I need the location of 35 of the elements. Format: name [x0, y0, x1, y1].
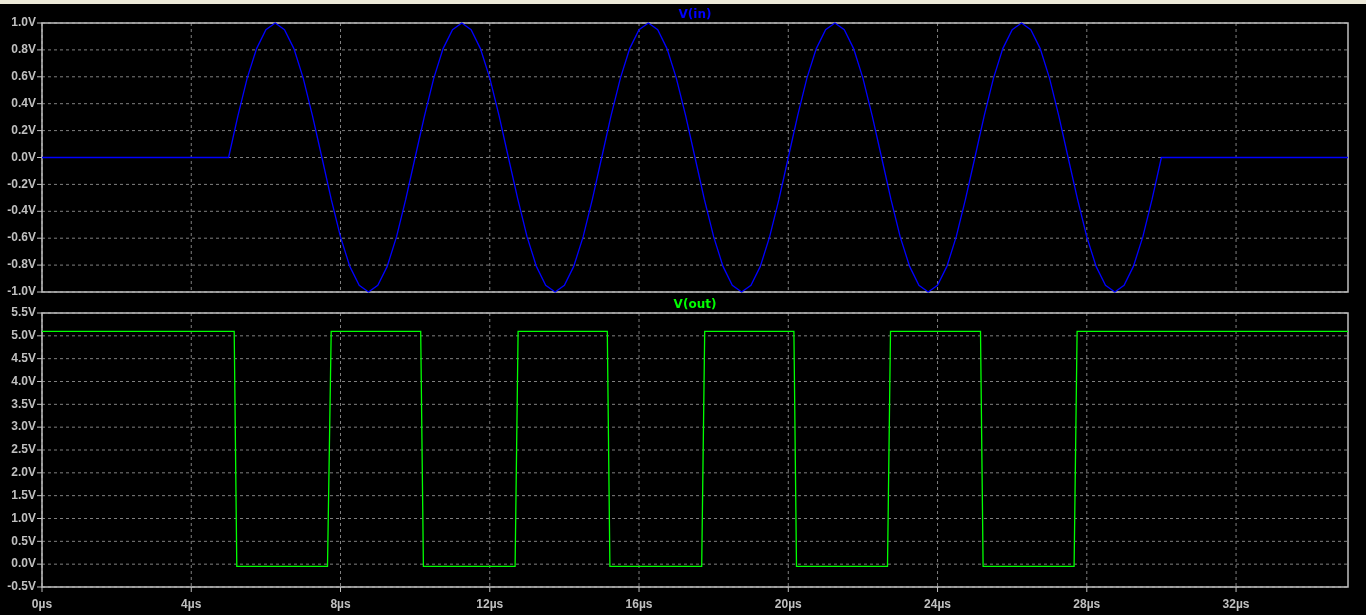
axis-tick-label: 1.0V [11, 510, 36, 525]
axis-tick-label: -0.6V [7, 230, 36, 245]
axis-tick-label: 4.0V [11, 373, 36, 388]
axis-tick-label: 0.0V [11, 149, 36, 164]
axis-tick-label: 3.5V [11, 396, 36, 411]
axis-tick-label: 32µs [1222, 597, 1250, 612]
axis-tick-label: 8µs [330, 597, 351, 612]
axis-tick-label: -0.4V [7, 203, 36, 218]
axis-tick-label: 0.2V [11, 122, 36, 137]
axis-tick-label: 1.0V [11, 15, 36, 30]
axis-tick-label: 5.0V [11, 328, 36, 342]
axis-tick-label: 3.0V [11, 419, 36, 434]
axis-tick-label: -0.8V [7, 257, 36, 272]
axis-tick-label: 0.5V [11, 533, 36, 548]
axis-tick-label: -0.2V [7, 176, 36, 191]
axis-tick-label: 1.5V [11, 487, 36, 502]
axis-tick-label: -1.0V [7, 284, 36, 298]
axis-tick-label: -0.5V [7, 579, 36, 594]
axis-tick-label: 0µs [31, 597, 53, 612]
axis-tick-label: 28µs [1073, 597, 1101, 612]
axis-tick-label: 0.6V [11, 68, 36, 83]
axis-tick-label: 0.0V [11, 556, 36, 571]
axis-tick-label: 5.5V [11, 305, 36, 320]
axis-tick-label: 16µs [625, 597, 653, 612]
axis-tick-label: 4µs [181, 597, 202, 612]
axis-tick-label: 4.5V [11, 350, 36, 365]
axis-tick-label: 24µs [924, 597, 951, 612]
axis-tick-label: 0.8V [11, 42, 36, 57]
trace-label: V(in) [678, 6, 712, 21]
axis-tick-label: 2.0V [11, 465, 36, 479]
axis-tick-label: 20µs [774, 597, 802, 612]
axis-tick-label: 0.4V [11, 95, 36, 110]
axis-tick-label: 2.5V [11, 442, 36, 457]
axis-tick-label: 12µs [476, 597, 504, 612]
trace-label: V(out) [673, 298, 717, 311]
